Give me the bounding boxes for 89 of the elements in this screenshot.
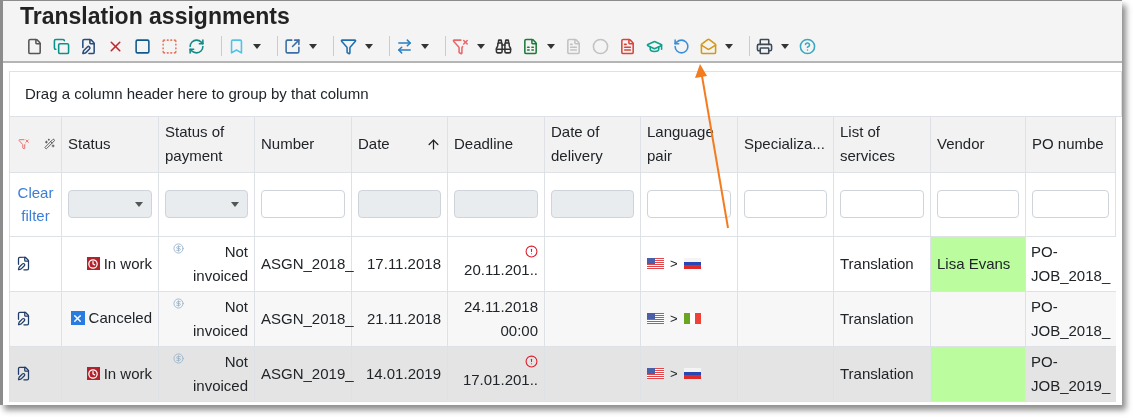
dropdown-button[interactable] bbox=[700, 37, 733, 55]
date-filter-field[interactable] bbox=[454, 190, 538, 218]
dropdown-button[interactable] bbox=[340, 37, 373, 55]
copy-icon[interactable] bbox=[53, 37, 70, 55]
caret-icon[interactable] bbox=[477, 43, 485, 49]
edit-icon[interactable] bbox=[16, 366, 31, 381]
arrow-text: > bbox=[670, 364, 678, 383]
filter-field[interactable] bbox=[937, 190, 1019, 218]
column-header[interactable]: Specializa... bbox=[744, 132, 825, 157]
caret-icon[interactable] bbox=[725, 43, 733, 49]
vendor-cell: Lisa Evans bbox=[930, 236, 1026, 291]
filter-field[interactable] bbox=[840, 190, 924, 218]
filter-field[interactable] bbox=[1032, 190, 1109, 218]
dollar-icon bbox=[173, 297, 184, 309]
window-title: Translation assignments bbox=[20, 2, 291, 31]
table-cell: PO-JOB_2018_ bbox=[1031, 297, 1111, 339]
column-header[interactable]: Vendor bbox=[937, 132, 985, 157]
dollar-icon bbox=[173, 242, 184, 254]
help-icon[interactable] bbox=[799, 37, 816, 55]
column-header[interactable]: Status bbox=[68, 132, 111, 157]
dropdown-button[interactable] bbox=[396, 37, 429, 55]
column-header[interactable]: Date of delivery bbox=[551, 120, 634, 169]
date-filter-field[interactable] bbox=[358, 190, 441, 218]
filter-field[interactable] bbox=[744, 190, 827, 218]
spreadsheet-icon[interactable] bbox=[522, 37, 539, 55]
sort-ascending-icon[interactable] bbox=[426, 136, 441, 152]
dropdown-button[interactable] bbox=[452, 37, 485, 55]
caret-icon[interactable] bbox=[781, 43, 789, 49]
table-cell: PO-JOB_2019_ bbox=[1031, 352, 1111, 394]
warning-icon bbox=[525, 355, 538, 368]
arrow-text: > bbox=[670, 309, 678, 328]
table-cell: 14.01.2019 bbox=[365, 364, 441, 382]
column-header[interactable]: PO numbe bbox=[1032, 132, 1104, 157]
table-cell: 17.11.2018 bbox=[367, 254, 441, 272]
column-header[interactable]: Date bbox=[358, 132, 390, 157]
swap-arrows-icon[interactable] bbox=[396, 37, 413, 55]
table-cell: PO-JOB_2018_ bbox=[1031, 242, 1111, 284]
column-header[interactable]: Deadline bbox=[454, 132, 514, 157]
date-filter-field[interactable] bbox=[551, 190, 634, 218]
column-header[interactable]: Number bbox=[261, 132, 315, 157]
pdf-icon[interactable] bbox=[619, 37, 636, 55]
status-text: Canceled bbox=[88, 308, 152, 329]
filter-field[interactable] bbox=[261, 190, 345, 218]
payment-status: Not invoiced bbox=[191, 296, 248, 341]
print-icon[interactable] bbox=[756, 37, 773, 55]
new-document-icon[interactable] bbox=[26, 37, 43, 55]
edit-document-icon[interactable] bbox=[80, 37, 97, 55]
dropdown-button[interactable] bbox=[756, 37, 789, 55]
caret-icon[interactable] bbox=[253, 43, 261, 49]
caret-icon[interactable] bbox=[365, 43, 373, 49]
select-all-icon[interactable] bbox=[134, 37, 151, 55]
caret-icon[interactable] bbox=[421, 43, 429, 49]
dropdown-button[interactable] bbox=[522, 37, 555, 55]
wand-icon[interactable] bbox=[43, 137, 55, 152]
table-cell: ASGN_2018_ bbox=[261, 254, 354, 272]
table-cell: 21.11.2018 bbox=[367, 309, 441, 327]
binoculars-icon[interactable] bbox=[495, 37, 512, 55]
table-cell-text: 17.01.201.. bbox=[461, 370, 538, 390]
export-icon[interactable] bbox=[284, 37, 301, 55]
table-cell: ASGN_2019_ bbox=[261, 364, 354, 382]
table-cell-text: 20.11.201.. bbox=[463, 260, 538, 280]
caret-icon[interactable] bbox=[309, 43, 317, 49]
status-text: In work bbox=[103, 363, 152, 384]
edit-icon[interactable] bbox=[16, 256, 31, 271]
filter-icon[interactable] bbox=[340, 37, 357, 55]
table-cell-text: 24.11.2018 00:00 bbox=[463, 296, 538, 341]
table-cell: Translation bbox=[840, 254, 914, 272]
dropdown-button[interactable] bbox=[284, 37, 317, 55]
table-cell: Translation bbox=[840, 309, 914, 327]
deselect-icon[interactable] bbox=[161, 37, 178, 55]
table-cell: ASGN_2018_ bbox=[261, 309, 354, 327]
dollar-icon bbox=[173, 352, 184, 364]
payment-status: Not invoiced bbox=[191, 241, 248, 286]
undo-icon[interactable] bbox=[673, 37, 690, 55]
caret-icon[interactable] bbox=[547, 43, 555, 49]
edit-icon[interactable] bbox=[16, 311, 31, 326]
refresh-icon[interactable] bbox=[188, 37, 205, 55]
warning-icon bbox=[525, 245, 538, 258]
dropdown-button[interactable] bbox=[228, 37, 261, 55]
caret-icon[interactable] bbox=[231, 201, 239, 207]
status-text: In work bbox=[103, 253, 152, 274]
arrow-text: > bbox=[670, 254, 678, 273]
caret-icon[interactable] bbox=[135, 201, 143, 207]
group-panel: Drag a column header here to group by that column bbox=[9, 71, 1122, 117]
column-header[interactable]: Status of payment bbox=[165, 120, 248, 169]
filter-field[interactable] bbox=[647, 190, 731, 218]
table-cell: Translation bbox=[840, 364, 914, 382]
column-header[interactable]: List of services bbox=[840, 120, 924, 169]
payment-status: Not invoiced bbox=[191, 351, 248, 396]
